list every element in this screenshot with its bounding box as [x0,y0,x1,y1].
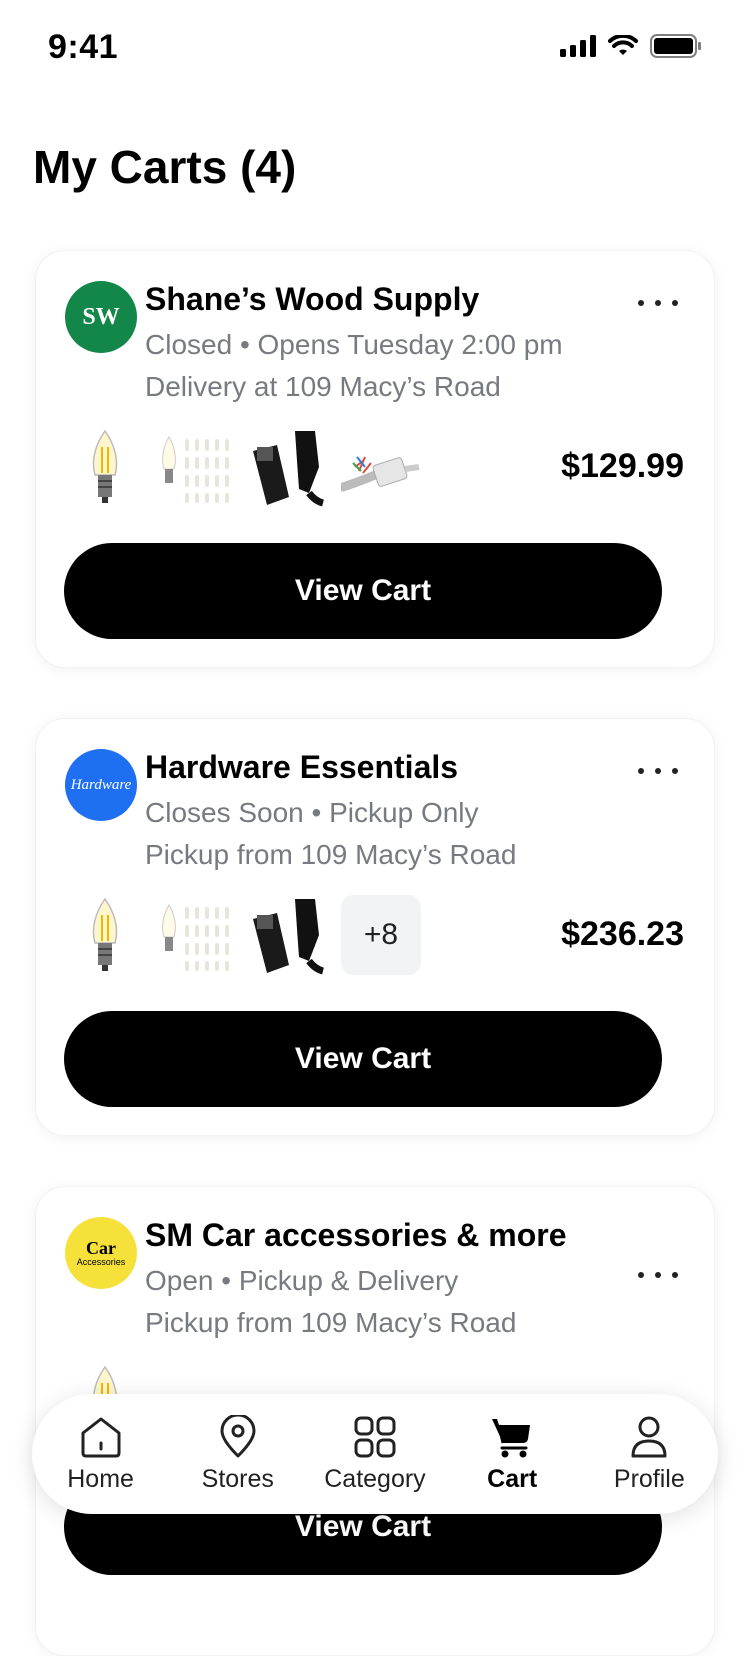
store-logo-subtext: Accessories [76,1257,126,1267]
view-cart-button[interactable]: View Cart [64,1011,662,1107]
bottom-tab-bar: Home Stores Category Cart Profile [32,1394,718,1514]
dot [655,1272,661,1278]
person-icon [631,1416,667,1457]
bulb-icon[interactable] [65,895,145,975]
tab-label: Profile [613,1464,685,1493]
status-icons [560,34,702,58]
tab-label: Stores [201,1464,274,1493]
store-address: Pickup from 109 Macy’s Road [145,1307,517,1338]
cart-total-price: $129.99 [561,447,684,485]
store-status: Closed • Opens Tuesday 2:00 pm [145,329,563,360]
location-pin-icon [220,1414,256,1457]
dot [672,768,678,774]
more-options-button[interactable] [638,291,678,315]
store-logo: Hardware [65,749,137,821]
more-items-count[interactable]: +8 [341,895,421,975]
bulb-pack-icon[interactable] [157,895,237,975]
dot [655,300,661,306]
grid-icon [354,1416,396,1457]
cart-items: +8 [65,895,421,975]
more-options-button[interactable] [638,1263,678,1287]
cable-icon[interactable] [249,895,329,975]
store-logo-text: SW [82,303,120,330]
battery-icon [650,34,701,58]
store-logo: Car Accessories [65,1217,137,1289]
bulb-pack-icon[interactable] [157,427,237,507]
tab-category[interactable]: Category [315,1415,435,1494]
cart-card: SW Shane’s Wood Supply Closed • Opens Tu… [35,250,715,668]
dot [638,768,644,774]
tab-stores[interactable]: Stores [178,1414,298,1494]
tab-profile[interactable]: Profile [589,1415,709,1494]
store-address: Pickup from 109 Macy’s Road [145,839,517,870]
view-cart-button[interactable]: View Cart [64,543,662,639]
page-title: My Carts (4) [33,141,297,193]
store-address: Delivery at 109 Macy’s Road [145,371,501,402]
store-logo: SW [65,281,137,353]
cart-items [65,427,421,507]
ethernet-cable-icon[interactable] [341,427,421,507]
signal-icon [560,35,596,57]
wifi-icon [608,35,638,55]
dot [672,1272,678,1278]
store-logo-text: Car [86,1238,116,1258]
tab-home[interactable]: Home [41,1415,161,1494]
status-bar: 9:41 [0,0,750,96]
cart-icon [492,1418,531,1457]
store-name: Shane’s Wood Supply [145,281,480,317]
dot [638,300,644,306]
dot [672,300,678,306]
store-status: Open • Pickup & Delivery [145,1265,459,1296]
status-time: 9:41 [48,28,119,66]
cart-card: Hardware Hardware Essentials Closes Soon… [35,718,715,1136]
home-icon [81,1417,121,1457]
tab-label: Category [324,1464,426,1493]
bulb-icon[interactable] [65,427,145,507]
store-name: Hardware Essentials [145,749,459,785]
tab-cart[interactable]: Cart [452,1415,572,1494]
dot [638,1272,644,1278]
cable-icon[interactable] [249,427,329,507]
store-logo-text: Hardware [70,776,132,793]
dot [655,768,661,774]
tab-label: Cart [487,1464,538,1493]
cart-total-price: $236.23 [561,915,684,953]
more-options-button[interactable] [638,759,678,783]
store-status: Closes Soon • Pickup Only [145,797,479,828]
tab-label: Home [67,1464,134,1493]
store-name: SM Car accessories & more [145,1217,567,1253]
